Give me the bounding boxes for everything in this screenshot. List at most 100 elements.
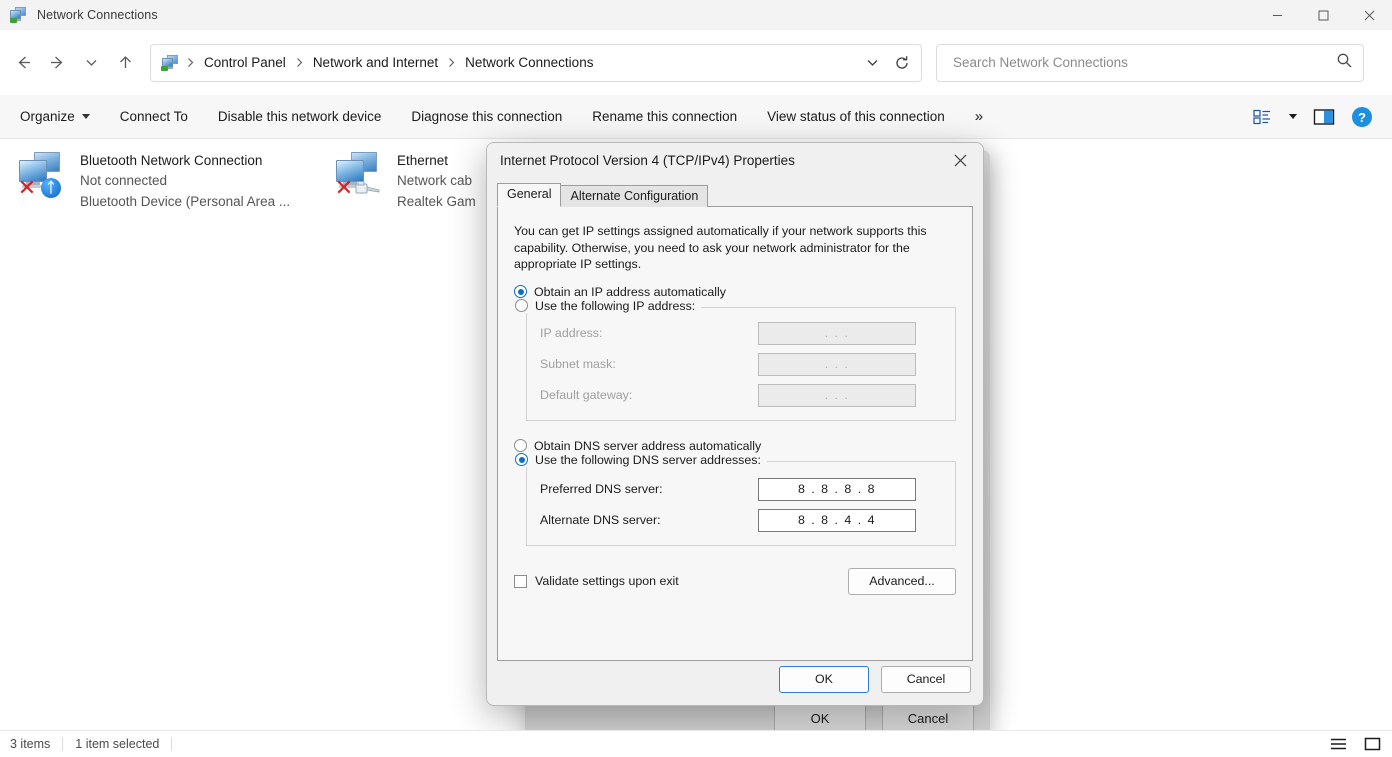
ethernet-cancel-button[interactable]: Cancel <box>882 703 974 733</box>
list-item-bluetooth-network-connection[interactable]: ✕ ᛏ Bluetooth Network Connection Not con… <box>8 144 298 218</box>
subnet-mask-input[interactable]: . . . <box>758 353 916 376</box>
rj45-cable-icon <box>355 180 381 196</box>
connection-name: Bluetooth Network Connection <box>80 151 290 170</box>
tcpipv4-properties-dialog: Internet Protocol Version 4 (TCP/IPv4) P… <box>486 142 984 706</box>
field-label: IP address: <box>540 326 758 340</box>
close-button[interactable] <box>1346 0 1392 30</box>
network-connections-icon <box>10 6 28 24</box>
radio-label: Obtain DNS server address automatically <box>534 439 761 453</box>
connect-to-button[interactable]: Connect To <box>108 102 200 131</box>
title-bar: Network Connections <box>0 0 1392 30</box>
preview-pane-icon[interactable] <box>1306 101 1342 133</box>
radio-label: Use the following DNS server addresses: <box>535 453 761 467</box>
radio-obtain-ip-automatically[interactable]: Obtain an IP address automatically <box>514 285 956 299</box>
breadcrumb-control-panel[interactable]: Control Panel <box>198 51 292 74</box>
ok-button[interactable]: OK <box>779 666 869 693</box>
address-dropdown-chevron-down-icon[interactable] <box>857 48 887 78</box>
svg-text:?: ? <box>1358 110 1366 125</box>
close-icon[interactable] <box>938 143 983 178</box>
radio-button-indicator[interactable] <box>515 453 528 466</box>
status-bar: 3 items 1 item selected <box>0 730 1392 757</box>
dialog-bottom-row: Validate settings upon exit Advanced... <box>514 568 956 595</box>
ip-address-input[interactable]: . . . <box>758 322 916 345</box>
large-icons-view-icon[interactable] <box>1358 733 1386 755</box>
search-box[interactable] <box>936 44 1364 82</box>
manual-dns-group: Use the following DNS server addresses: … <box>526 461 956 546</box>
navigation-bar: Control Panel Network and Internet Netwo… <box>0 30 1392 95</box>
maximize-button[interactable] <box>1300 0 1346 30</box>
radio-label: Obtain an IP address automatically <box>534 285 726 299</box>
list-item-ethernet[interactable]: ✕ Ethernet Network cab Realtek Gam <box>325 144 484 218</box>
breadcrumb-separator <box>183 57 198 68</box>
field-label: Default gateway: <box>540 388 758 402</box>
ethernet-properties-buttons: OK Cancel <box>774 703 974 733</box>
overflow-chevron-icon[interactable]: » <box>963 101 995 132</box>
refresh-icon[interactable] <box>887 48 917 78</box>
field-label: Subnet mask: <box>540 357 758 371</box>
radio-use-following-dns[interactable]: Use the following DNS server addresses: <box>515 453 767 467</box>
cancel-button[interactable]: Cancel <box>881 666 971 693</box>
status-divider <box>171 737 172 751</box>
advanced-button[interactable]: Advanced... <box>848 568 956 595</box>
radio-button-indicator[interactable] <box>515 299 528 312</box>
window-controls <box>1254 0 1392 30</box>
manual-ip-group: Use the following IP address: IP address… <box>526 307 956 421</box>
view-status-button[interactable]: View status of this connection <box>755 102 957 131</box>
forward-arrow-icon[interactable] <box>40 46 74 80</box>
tab-general[interactable]: General <box>497 183 561 207</box>
radio-obtain-dns-automatically[interactable]: Obtain DNS server address automatically <box>514 439 956 453</box>
diagnose-connection-button[interactable]: Diagnose this connection <box>399 102 574 131</box>
connection-status: Network cab <box>397 170 476 191</box>
field-preferred-dns: Preferred DNS server: 8 . 8 . 8 . 8 <box>527 478 955 501</box>
field-label: Alternate DNS server: <box>540 513 758 527</box>
field-ip-address: IP address: . . . <box>527 322 955 345</box>
minimize-button[interactable] <box>1254 0 1300 30</box>
tab-alternate-configuration[interactable]: Alternate Configuration <box>560 185 708 207</box>
bluetooth-icon: ᛏ <box>41 178 61 198</box>
breadcrumb-network-and-internet[interactable]: Network and Internet <box>307 51 444 74</box>
bluetooth-connection-icon: ✕ ᛏ <box>16 150 72 200</box>
search-input[interactable] <box>951 54 1336 71</box>
disable-network-device-button[interactable]: Disable this network device <box>206 102 394 131</box>
view-options-chevron-down-icon[interactable] <box>1282 101 1304 133</box>
field-default-gateway: Default gateway: . . . <box>527 384 955 407</box>
dialog-description: You can get IP settings assigned automat… <box>514 223 946 273</box>
ethernet-ok-button[interactable]: OK <box>774 703 866 733</box>
field-alternate-dns: Alternate DNS server: 8 . 8 . 4 . 4 <box>527 509 955 532</box>
command-bar-icons: ? <box>1244 101 1380 133</box>
breadcrumb-separator <box>292 57 307 68</box>
help-icon[interactable]: ? <box>1344 101 1380 133</box>
view-options-icon[interactable] <box>1244 101 1280 133</box>
chevron-down-icon <box>82 114 90 119</box>
breadcrumb-folder-icon <box>161 54 179 71</box>
details-view-icon[interactable] <box>1324 733 1352 755</box>
red-x-icon: ✕ <box>333 178 355 200</box>
radio-button-indicator[interactable] <box>514 439 527 452</box>
breadcrumb-network-connections[interactable]: Network Connections <box>459 51 599 74</box>
item-count: 3 items <box>0 737 62 751</box>
dialog-title-bar: Internet Protocol Version 4 (TCP/IPv4) P… <box>487 143 983 178</box>
radio-label: Use the following IP address: <box>535 299 695 313</box>
alternate-dns-input[interactable]: 8 . 8 . 4 . 4 <box>758 509 916 532</box>
connection-status: Not connected <box>80 170 290 191</box>
default-gateway-input[interactable]: . . . <box>758 384 916 407</box>
checkbox-indicator[interactable] <box>514 575 527 588</box>
preferred-dns-input[interactable]: 8 . 8 . 8 . 8 <box>758 478 916 501</box>
breadcrumb-separator <box>444 57 459 68</box>
radio-button-indicator[interactable] <box>514 285 527 298</box>
field-label: Preferred DNS server: <box>540 482 758 496</box>
network-connections-window: Network Connections <box>0 0 1392 757</box>
checkbox-validate-settings[interactable]: Validate settings upon exit <box>514 574 679 588</box>
dialog-footer: OK Cancel <box>487 653 984 705</box>
rename-connection-button[interactable]: Rename this connection <box>580 102 749 131</box>
back-arrow-icon[interactable] <box>6 46 40 80</box>
up-arrow-icon[interactable] <box>108 46 142 80</box>
organize-button[interactable]: Organize <box>8 102 102 131</box>
radio-use-following-ip[interactable]: Use the following IP address: <box>515 299 701 313</box>
recent-locations-icon[interactable] <box>74 46 108 80</box>
search-icon[interactable] <box>1336 52 1353 74</box>
connection-device: Realtek Gam <box>397 191 476 212</box>
address-bar[interactable]: Control Panel Network and Internet Netwo… <box>150 44 922 82</box>
ethernet-connection-icon: ✕ <box>333 150 389 200</box>
field-subnet-mask: Subnet mask: . . . <box>527 353 955 376</box>
